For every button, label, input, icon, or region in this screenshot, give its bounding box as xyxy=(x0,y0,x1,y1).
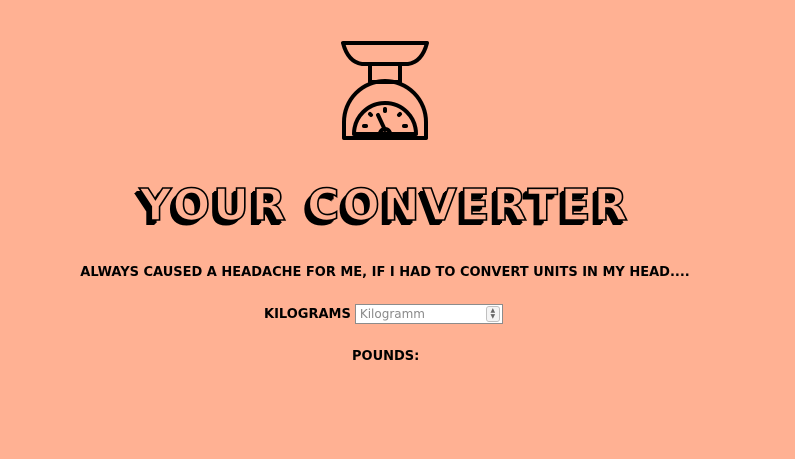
kitchen-scale-icon xyxy=(341,41,429,140)
kilograms-row: KILOGRAMS Kilogramm ▲ ▼ xyxy=(264,303,503,325)
kilograms-placeholder: Kilogramm xyxy=(359,307,425,321)
chevron-down-icon[interactable]: ▼ xyxy=(491,314,496,320)
pounds-row: POUNDS: xyxy=(352,345,420,364)
kilograms-input[interactable]: Kilogramm ▲ ▼ xyxy=(354,304,503,324)
pounds-label: POUNDS: xyxy=(352,349,420,364)
page-subtitle: ALWAYS CAUSED A HEADACHE FOR ME, IF I HA… xyxy=(80,265,690,280)
number-spinner[interactable]: ▲ ▼ xyxy=(485,306,500,322)
page-title: YOUR CONVERTER xyxy=(139,179,631,232)
kilograms-label: KILOGRAMS xyxy=(264,306,351,322)
